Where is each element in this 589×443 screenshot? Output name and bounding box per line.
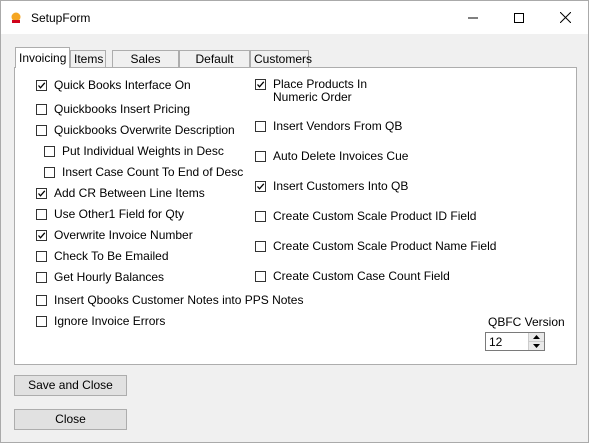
checkbox-auto-delete-invoices-cue[interactable]: Auto Delete Invoices Cue bbox=[255, 150, 408, 163]
triangle-up-icon bbox=[533, 335, 540, 339]
checkbox-label: Check To Be Emailed bbox=[54, 249, 169, 263]
checkbox-put-individual-weights-in-desc[interactable]: Put Individual Weights in Desc bbox=[44, 145, 224, 158]
checkbox-place-products-in-numeric-order[interactable]: Place Products In Numeric Order bbox=[255, 78, 413, 104]
checkbox-label: Put Individual Weights in Desc bbox=[62, 144, 224, 158]
checkbox-label: Insert Case Count To End of Desc bbox=[62, 165, 244, 179]
checkbox-label: Quick Books Interface On bbox=[54, 78, 191, 92]
checkbox-unchecked[interactable] bbox=[255, 211, 266, 222]
tab-default-path[interactable]: Default Path bbox=[179, 50, 250, 83]
checkbox-create-custom-scale-product-id-field[interactable]: Create Custom Scale Product ID Field bbox=[255, 210, 476, 223]
checkbox-unchecked[interactable] bbox=[255, 151, 266, 162]
checkbox-label: Insert Customers Into QB bbox=[273, 179, 409, 193]
qbfc-version-label: QBFC Version bbox=[488, 315, 565, 329]
checkbox-label: Create Custom Case Count Field bbox=[273, 269, 450, 283]
checkbox-unchecked[interactable] bbox=[36, 272, 47, 283]
checkbox-overwrite-invoice-number[interactable]: Overwrite Invoice Number bbox=[36, 229, 193, 242]
checkbox-checked[interactable] bbox=[255, 181, 266, 192]
checkbox-label: Overwrite Invoice Number bbox=[54, 228, 193, 242]
save-and-close-button[interactable]: Save and Close bbox=[14, 375, 127, 396]
checkbox-label: Create Custom Scale Product Name Field bbox=[273, 239, 497, 253]
checkbox-unchecked[interactable] bbox=[255, 121, 266, 132]
checkbox-label: Ignore Invoice Errors bbox=[54, 314, 166, 328]
window-title: SetupForm bbox=[31, 11, 91, 25]
close-button[interactable]: Close bbox=[14, 409, 127, 430]
checkmark-icon bbox=[38, 232, 46, 239]
checkbox-unchecked[interactable] bbox=[36, 209, 47, 220]
app-icon bbox=[11, 12, 21, 23]
checkbox-label: Auto Delete Invoices Cue bbox=[273, 149, 409, 163]
maximize-icon bbox=[514, 12, 524, 23]
checkbox-insert-case-count-to-end-of-desc[interactable]: Insert Case Count To End of Desc bbox=[44, 166, 243, 179]
maximize-button[interactable] bbox=[496, 1, 542, 34]
checkbox-check-to-be-emailed[interactable]: Check To Be Emailed bbox=[36, 250, 169, 263]
checkbox-checked[interactable] bbox=[255, 79, 266, 90]
spin-buttons bbox=[528, 333, 544, 350]
spin-up-button[interactable] bbox=[529, 333, 544, 342]
checkbox-unchecked[interactable] bbox=[44, 167, 55, 178]
checkbox-create-custom-scale-product-name-field[interactable]: Create Custom Scale Product Name Field bbox=[255, 240, 496, 253]
checkbox-checked[interactable] bbox=[36, 80, 47, 91]
tab-invoicing[interactable]: Invoicing bbox=[15, 47, 70, 68]
checkbox-create-custom-case-count-field[interactable]: Create Custom Case Count Field bbox=[255, 270, 450, 283]
checkbox-quickbooks-overwrite-description[interactable]: Quickbooks Overwrite Description bbox=[36, 124, 235, 137]
checkbox-label: Quickbooks Insert Pricing bbox=[54, 102, 191, 116]
title-bar: SetupForm bbox=[1, 1, 588, 34]
checkbox-unchecked[interactable] bbox=[36, 125, 47, 136]
qbfc-version-stepper[interactable] bbox=[485, 332, 545, 351]
checkbox-label: Insert Vendors From QB bbox=[273, 119, 403, 133]
checkbox-unchecked[interactable] bbox=[255, 271, 266, 282]
checkbox-label: Create Custom Scale Product ID Field bbox=[273, 209, 477, 223]
checkbox-quick-books-interface-on[interactable]: Quick Books Interface On bbox=[36, 79, 191, 92]
checkbox-checked[interactable] bbox=[36, 188, 47, 199]
minimize-button[interactable] bbox=[450, 1, 496, 34]
checkbox-insert-vendors-from-qb[interactable]: Insert Vendors From QB bbox=[255, 120, 402, 133]
triangle-down-icon bbox=[533, 344, 540, 348]
checkbox-insert-qbooks-customer-notes-into-pps-notes[interactable]: Insert Qbooks Customer Notes into PPS No… bbox=[36, 294, 303, 307]
checkbox-unchecked[interactable] bbox=[255, 241, 266, 252]
checkbox-unchecked[interactable] bbox=[36, 316, 47, 327]
checkbox-ignore-invoice-errors[interactable]: Ignore Invoice Errors bbox=[36, 315, 165, 328]
minimize-icon bbox=[468, 17, 478, 18]
close-icon bbox=[559, 12, 571, 23]
checkbox-quickbooks-insert-pricing[interactable]: Quickbooks Insert Pricing bbox=[36, 103, 190, 116]
checkbox-unchecked[interactable] bbox=[44, 146, 55, 157]
checkbox-label: Insert Qbooks Customer Notes into PPS No… bbox=[54, 293, 304, 307]
checkbox-label: Get Hourly Balances bbox=[54, 270, 165, 284]
checkbox-label: Add CR Between Line Items bbox=[54, 186, 205, 200]
checkbox-insert-customers-into-qb[interactable]: Insert Customers Into QB bbox=[255, 180, 408, 193]
checkbox-label: Use Other1 Field for Qty bbox=[54, 207, 185, 221]
tab-items[interactable]: Items bbox=[70, 50, 106, 67]
setup-form-window: SetupForm Invoicing Items Sales Order De… bbox=[0, 0, 589, 443]
checkbox-add-cr-between-line-items[interactable]: Add CR Between Line Items bbox=[36, 187, 205, 200]
checkbox-unchecked[interactable] bbox=[36, 104, 47, 115]
checkbox-unchecked[interactable] bbox=[36, 295, 47, 306]
qbfc-version-input[interactable] bbox=[486, 333, 529, 350]
checkmark-icon bbox=[38, 82, 46, 89]
checkbox-checked[interactable] bbox=[36, 230, 47, 241]
spin-down-button[interactable] bbox=[529, 342, 544, 350]
checkbox-use-other1-field-for-qty[interactable]: Use Other1 Field for Qty bbox=[36, 208, 184, 221]
checkmark-icon bbox=[257, 81, 265, 88]
checkbox-get-hourly-balances[interactable]: Get Hourly Balances bbox=[36, 271, 164, 284]
checkmark-icon bbox=[38, 190, 46, 197]
checkmark-icon bbox=[257, 183, 265, 190]
checkbox-label: Place Products In Numeric Order bbox=[273, 77, 368, 104]
tab-customers[interactable]: Customers bbox=[250, 50, 312, 67]
tab-sales-order[interactable]: Sales Order bbox=[112, 50, 179, 83]
checkbox-label: Quickbooks Overwrite Description bbox=[54, 123, 235, 137]
checkbox-unchecked[interactable] bbox=[36, 251, 47, 262]
close-window-button[interactable] bbox=[542, 1, 588, 34]
